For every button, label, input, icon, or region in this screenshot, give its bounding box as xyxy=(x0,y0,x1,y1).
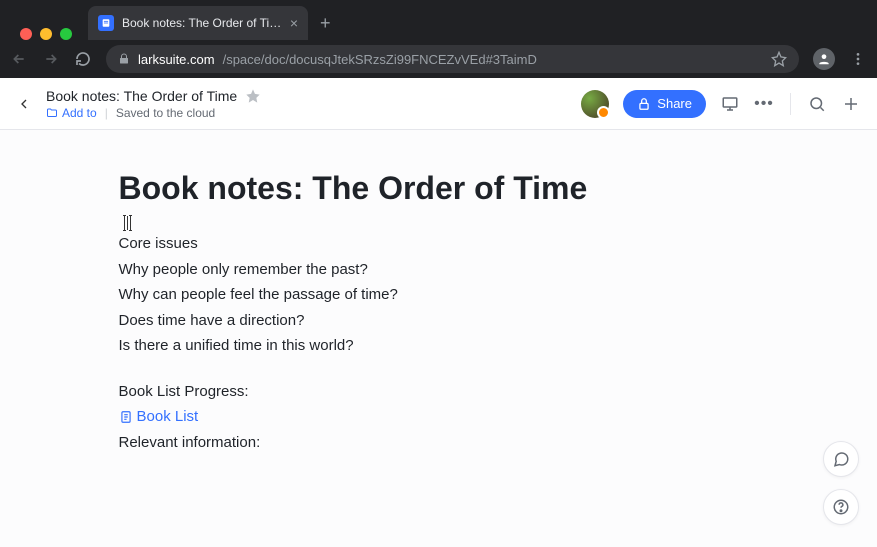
back-button[interactable] xyxy=(16,94,36,114)
text-cursor-icon xyxy=(123,215,124,231)
back-icon[interactable] xyxy=(10,50,28,68)
help-button[interactable] xyxy=(823,489,859,525)
doc-link[interactable]: Book List xyxy=(119,404,759,430)
tab-strip: Book notes: The Order of Time × + xyxy=(0,0,877,40)
browser-chrome: Book notes: The Order of Time × + larksu… xyxy=(0,0,877,78)
add-to-label: Add to xyxy=(62,106,97,120)
paragraph[interactable]: Core issues xyxy=(119,231,759,257)
paragraph[interactable]: Relevant information: xyxy=(119,430,759,456)
paragraph[interactable]: Is there a unified time in this world? xyxy=(119,333,759,359)
url-path: /space/doc/docusqJtekSRzsZi99FNCEZvVEd#3… xyxy=(223,52,537,67)
separator: | xyxy=(105,106,108,120)
address-bar-row: larksuite.com/space/doc/docusqJtekSRzsZi… xyxy=(0,40,877,78)
close-window-button[interactable] xyxy=(20,28,32,40)
title-column: Book notes: The Order of Time Add to | S… xyxy=(46,88,261,120)
bookmark-star-icon[interactable] xyxy=(771,51,787,67)
divider xyxy=(790,93,791,115)
add-icon[interactable] xyxy=(841,94,861,114)
document-content[interactable]: Book notes: The Order of Time Core issue… xyxy=(119,130,759,515)
paragraph[interactable]: Why can people feel the passage of time? xyxy=(119,282,759,308)
browser-profile-icon[interactable] xyxy=(813,48,835,70)
doc-link-icon xyxy=(119,410,133,424)
browser-menu-icon[interactable] xyxy=(849,50,867,68)
user-avatar[interactable] xyxy=(581,90,609,118)
tab-close-icon[interactable]: × xyxy=(290,15,298,31)
maximize-window-button[interactable] xyxy=(60,28,72,40)
add-to-button[interactable]: Add to xyxy=(46,106,97,120)
paragraph[interactable]: Does time have a direction? xyxy=(119,308,759,334)
doc-link-label: Book List xyxy=(137,404,199,430)
header-doc-title: Book notes: The Order of Time xyxy=(46,88,237,104)
present-icon[interactable] xyxy=(720,94,740,114)
search-icon[interactable] xyxy=(807,94,827,114)
share-label: Share xyxy=(657,96,692,111)
paragraph[interactable]: Book List Progress: xyxy=(119,379,759,405)
browser-tab[interactable]: Book notes: The Order of Time × xyxy=(88,6,308,40)
share-button[interactable]: Share xyxy=(623,90,706,118)
url-domain: larksuite.com xyxy=(138,52,215,67)
forward-icon[interactable] xyxy=(42,50,60,68)
tab-title: Book notes: The Order of Time xyxy=(122,16,282,30)
doc-favicon-icon xyxy=(98,15,114,31)
reload-icon[interactable] xyxy=(74,50,92,68)
new-tab-button[interactable]: + xyxy=(308,7,343,40)
comments-button[interactable] xyxy=(823,441,859,477)
document-canvas[interactable]: Book notes: The Order of Time Core issue… xyxy=(0,130,877,547)
document-title[interactable]: Book notes: The Order of Time xyxy=(119,170,759,207)
paragraph[interactable]: Why people only remember the past? xyxy=(119,257,759,283)
app-header: Book notes: The Order of Time Add to | S… xyxy=(0,78,877,130)
save-status: Saved to the cloud xyxy=(116,106,215,120)
address-bar[interactable]: larksuite.com/space/doc/docusqJtekSRzsZi… xyxy=(106,45,799,73)
window-controls xyxy=(8,14,84,40)
minimize-window-button[interactable] xyxy=(40,28,52,40)
favorite-star-icon[interactable] xyxy=(245,88,261,104)
more-options-icon[interactable]: ••• xyxy=(754,94,774,114)
lock-icon xyxy=(118,53,130,65)
